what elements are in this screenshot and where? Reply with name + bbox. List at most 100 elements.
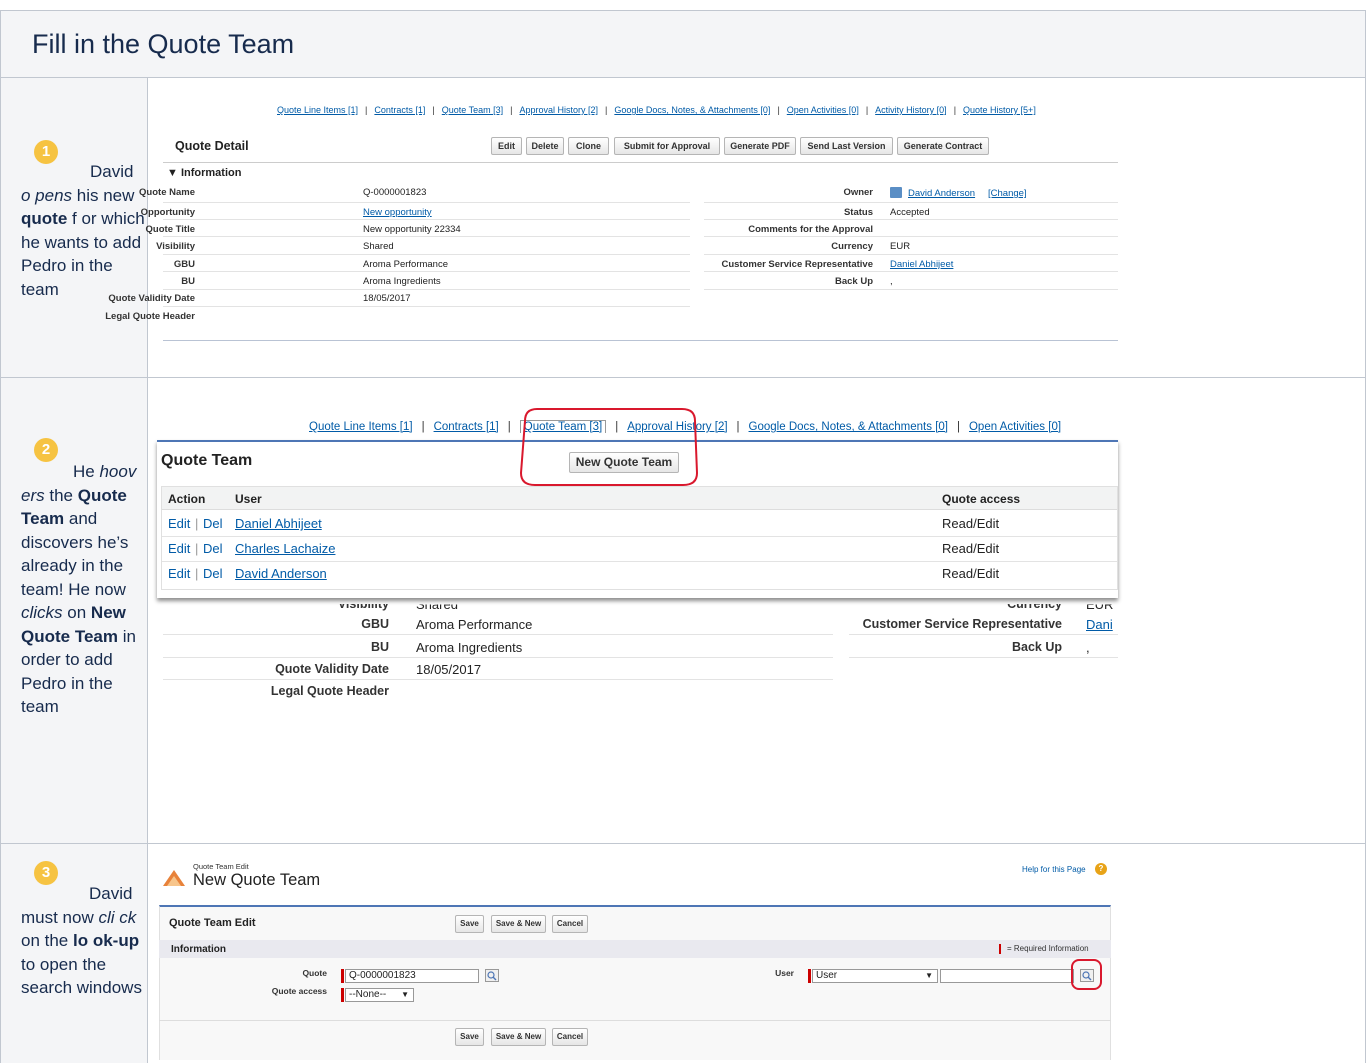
step-text-3: David must now cli ck on the lo ok-up to… [21, 884, 142, 997]
bg-field-label-legal-quote-header: Legal Quote Header [270, 684, 389, 698]
user-type-select[interactable]: User ▼ [812, 969, 938, 983]
quote-access-value: Read/Edit [942, 516, 1000, 531]
action-separator: | [195, 541, 199, 556]
rel-link-approval-history[interactable]: Approval History [2] [519, 105, 598, 115]
save-button-bottom[interactable]: Save [455, 1028, 484, 1046]
field-label-comments-for-approval: Comments for the Approval [748, 224, 873, 235]
step-text-2: He hoov ers the Quote Team and discovers… [21, 462, 137, 716]
rel-link-quote-history[interactable]: Quote History [5+] [963, 105, 1036, 115]
delete-button[interactable]: Delete [526, 137, 564, 155]
divider [159, 1020, 1111, 1021]
del-link[interactable]: Del [203, 566, 223, 581]
related-list-nav: Quote Line Items [1] | Contracts [1] | Quote… [277, 105, 1036, 115]
field-value-quote-name: Q-0000001823 [363, 187, 427, 198]
bg-field-label-back-up: Back Up [1011, 640, 1062, 654]
send-last-version-button[interactable]: Send Last Version [800, 137, 893, 155]
rel-link-quote-team[interactable]: Quote Team [3] [442, 105, 503, 115]
row-divider [849, 634, 1118, 635]
generate-contract-button[interactable]: Generate Contract [897, 137, 989, 155]
row-divider [704, 271, 1118, 272]
edit-link[interactable]: Edit [168, 566, 190, 581]
page-small-title: Quote Team Edit [193, 862, 249, 871]
save-button[interactable]: Save [455, 915, 484, 933]
page-main-title: New Quote Team [193, 871, 321, 889]
owner-link[interactable]: David Anderson [908, 188, 975, 199]
change-owner-link[interactable]: [Change] [988, 188, 1027, 199]
rel-link-quote-line-items[interactable]: Quote Line Items [1] [309, 421, 413, 433]
required-marker [341, 988, 344, 1002]
row-divider [163, 202, 690, 203]
csr-link[interactable]: Daniel Abhijeet [890, 259, 953, 270]
information-bar [159, 940, 1111, 958]
generate-pdf-button[interactable]: Generate PDF [724, 137, 796, 155]
field-label-status: Status [843, 207, 873, 218]
field-value-currency: EUR [890, 241, 911, 252]
rel-link-quote-line-items[interactable]: Quote Line Items [1] [277, 105, 358, 115]
row-divider [704, 219, 1118, 220]
rel-link-contracts[interactable]: Contracts [1] [434, 421, 499, 433]
action-separator: | [195, 566, 199, 581]
bg-field-value-back-up: , [1086, 640, 1090, 655]
cancel-button-bottom[interactable]: Cancel [552, 1028, 588, 1046]
bg-field-label-csr: Customer Service Representative [862, 617, 1062, 631]
edit-link[interactable]: Edit [168, 516, 190, 531]
quote-access-label: Quote access [271, 986, 327, 996]
divider [163, 162, 1118, 163]
rel-link-activity-history[interactable]: Activity History [0] [875, 105, 947, 115]
bg-field-value-bu: Aroma Ingredients [416, 640, 523, 655]
user-input[interactable] [940, 969, 1074, 983]
quote-lookup-icon[interactable] [485, 969, 499, 982]
quote-label: Quote [302, 968, 327, 978]
clone-button[interactable]: Clone [568, 137, 609, 155]
bg-csr-link[interactable]: Dani [1086, 617, 1113, 632]
quote-team-page-icon [163, 870, 185, 886]
step-text-1: David o pens his new quote f or which he… [21, 162, 145, 299]
lookup-highlight [1071, 959, 1102, 990]
quote-input[interactable]: Q-0000001823 [345, 969, 479, 983]
row-divider [163, 254, 690, 255]
edit-section-title: Quote Team Edit [169, 917, 256, 929]
edit-link[interactable]: Edit [168, 541, 190, 556]
bg-field-label-quote-validity-date: Quote Validity Date [275, 662, 389, 676]
rel-link-docs-notes[interactable]: Google Docs, Notes, & Attachments [0] [749, 421, 948, 433]
required-info-note: = Required Information [1007, 944, 1089, 953]
help-link[interactable]: Help for this Page [1022, 865, 1086, 874]
rel-link-open-activities[interactable]: Open Activities [0] [787, 105, 859, 115]
del-link[interactable]: Del [203, 541, 223, 556]
col-action: Action [168, 492, 206, 506]
row-divider [704, 202, 1118, 203]
field-value-quote-title: New opportunity 22334 [363, 224, 461, 235]
opportunity-link[interactable]: New opportunity [363, 207, 432, 218]
row-divider [704, 236, 1118, 237]
help-icon[interactable]: ? [1095, 863, 1107, 875]
user-link[interactable]: Charles Lachaize [235, 541, 335, 556]
row-divider [704, 289, 1118, 290]
row-divider [163, 679, 833, 680]
user-link[interactable]: David Anderson [235, 566, 327, 581]
user-link[interactable]: Daniel Abhijeet [235, 516, 322, 531]
del-link[interactable]: Del [203, 516, 223, 531]
step-cell-2: 2 He hoov ers the Quote Team and discove… [1, 378, 148, 843]
field-label-currency: Currency [831, 241, 873, 252]
quote-team-title: Quote Team [161, 452, 253, 469]
rel-link-docs-notes[interactable]: Google Docs, Notes, & Attachments [0] [614, 105, 770, 115]
edit-button[interactable]: Edit [491, 137, 522, 155]
section-bottom-border [163, 340, 1118, 341]
field-label-owner: Owner [843, 187, 873, 198]
save-and-new-button-bottom[interactable]: Save & New [491, 1028, 546, 1046]
user-icon [890, 187, 902, 198]
information-section-toggle[interactable]: ▼ Information [167, 167, 241, 179]
bg-field-label-gbu: GBU [361, 617, 389, 631]
field-label-csr: Customer Service Representative [721, 259, 873, 270]
row-divider [163, 271, 690, 272]
step-row-2: 2 He hoov ers the Quote Team and discove… [0, 378, 1366, 844]
field-label-quote-name: Quote Name [139, 187, 195, 198]
submit-for-approval-button[interactable]: Submit for Approval [614, 137, 720, 155]
rel-link-open-activities[interactable]: Open Activities [0] [969, 421, 1061, 433]
field-value-back-up: , [890, 276, 893, 287]
cancel-button[interactable]: Cancel [552, 915, 588, 933]
quote-access-select[interactable]: --None-- ▼ [345, 988, 414, 1002]
page-title: Fill in the Quote Team [32, 29, 295, 59]
save-and-new-button[interactable]: Save & New [491, 915, 546, 933]
rel-link-contracts[interactable]: Contracts [1] [374, 105, 425, 115]
